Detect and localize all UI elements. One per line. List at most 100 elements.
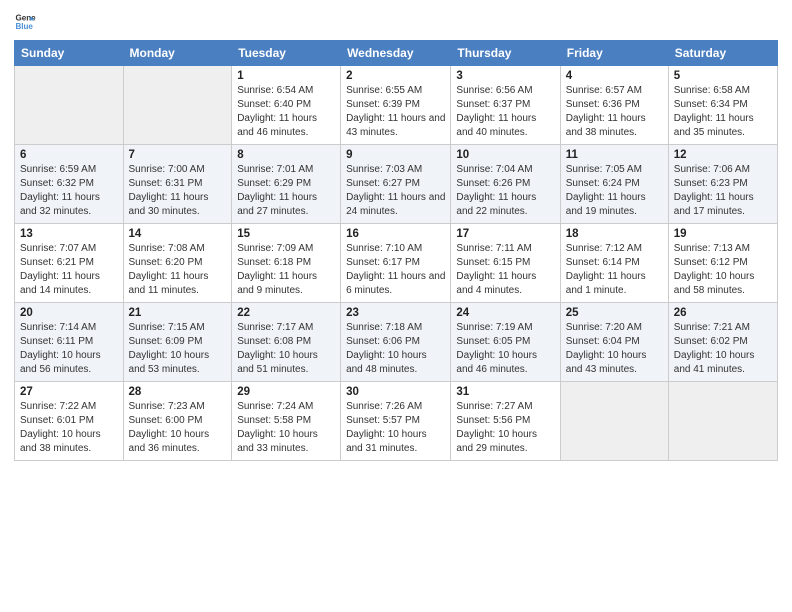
svg-text:Blue: Blue bbox=[15, 22, 33, 31]
day-info: Sunrise: 7:23 AMSunset: 6:00 PMDaylight:… bbox=[129, 400, 227, 456]
day-info: Sunrise: 6:57 AMSunset: 6:36 PMDaylight:… bbox=[566, 84, 663, 140]
calendar-cell: 24 Sunrise: 7:19 AMSunset: 6:05 PMDayligh… bbox=[451, 303, 560, 382]
header: General Blue bbox=[14, 10, 778, 32]
calendar-cell: 6 Sunrise: 6:59 AMSunset: 6:32 PMDaylight… bbox=[15, 145, 124, 224]
calendar-cell: 9Sunrise: 7:03 AMSunset: 6:27 PMDaylight… bbox=[341, 145, 451, 224]
day-number: 5 bbox=[674, 70, 772, 82]
week-row-1: 1 Sunrise: 6:54 AMSunset: 6:40 PMDaylight… bbox=[15, 66, 778, 145]
day-number: 3 bbox=[456, 70, 554, 82]
day-number: 31 bbox=[456, 386, 554, 398]
calendar-cell: 5 Sunrise: 6:58 AMSunset: 6:34 PMDaylight… bbox=[668, 66, 777, 145]
day-number: 15 bbox=[237, 228, 335, 240]
day-info: Sunrise: 7:11 AMSunset: 6:15 PMDaylight:… bbox=[456, 242, 554, 298]
calendar-cell: 21 Sunrise: 7:15 AMSunset: 6:09 PMDayligh… bbox=[123, 303, 232, 382]
weekday-header-row: SundayMondayTuesdayWednesdayThursdayFrid… bbox=[15, 41, 778, 66]
day-number: 22 bbox=[237, 307, 335, 319]
calendar-cell: 13 Sunrise: 7:07 AMSunset: 6:21 PMDayligh… bbox=[15, 224, 124, 303]
calendar-cell: 31 Sunrise: 7:27 AMSunset: 5:56 PMDayligh… bbox=[451, 382, 560, 461]
day-info: Sunrise: 7:13 AMSunset: 6:12 PMDaylight:… bbox=[674, 242, 772, 298]
calendar-cell: 28 Sunrise: 7:23 AMSunset: 6:00 PMDayligh… bbox=[123, 382, 232, 461]
day-number: 12 bbox=[674, 149, 772, 161]
calendar-cell: 12Sunrise: 7:06 AMSunset: 6:23 PMDayligh… bbox=[668, 145, 777, 224]
week-row-3: 13 Sunrise: 7:07 AMSunset: 6:21 PMDayligh… bbox=[15, 224, 778, 303]
day-number: 27 bbox=[20, 386, 118, 398]
weekday-header-saturday: Saturday bbox=[668, 41, 777, 66]
calendar: SundayMondayTuesdayWednesdayThursdayFrid… bbox=[14, 40, 778, 461]
day-info: Sunrise: 7:05 AMSunset: 6:24 PMDaylight:… bbox=[566, 163, 663, 219]
weekday-header-thursday: Thursday bbox=[451, 41, 560, 66]
day-info: Sunrise: 7:27 AMSunset: 5:56 PMDaylight:… bbox=[456, 400, 554, 456]
week-row-4: 20 Sunrise: 7:14 AMSunset: 6:11 PMDayligh… bbox=[15, 303, 778, 382]
calendar-cell: 22 Sunrise: 7:17 AMSunset: 6:08 PMDayligh… bbox=[232, 303, 341, 382]
day-info: Sunrise: 7:08 AMSunset: 6:20 PMDaylight:… bbox=[129, 242, 227, 298]
calendar-cell: 4 Sunrise: 6:57 AMSunset: 6:36 PMDaylight… bbox=[560, 66, 668, 145]
week-row-2: 6 Sunrise: 6:59 AMSunset: 6:32 PMDaylight… bbox=[15, 145, 778, 224]
svg-text:General: General bbox=[15, 13, 36, 22]
calendar-cell: 27Sunrise: 7:22 AMSunset: 6:01 PMDayligh… bbox=[15, 382, 124, 461]
calendar-cell: 16Sunrise: 7:10 AMSunset: 6:17 PMDayligh… bbox=[341, 224, 451, 303]
day-info: Sunrise: 6:58 AMSunset: 6:34 PMDaylight:… bbox=[674, 84, 772, 140]
day-number: 21 bbox=[129, 307, 227, 319]
day-number: 23 bbox=[346, 307, 445, 319]
calendar-cell: 23 Sunrise: 7:18 AMSunset: 6:06 PMDayligh… bbox=[341, 303, 451, 382]
day-number: 19 bbox=[674, 228, 772, 240]
weekday-header-friday: Friday bbox=[560, 41, 668, 66]
calendar-cell bbox=[668, 382, 777, 461]
weekday-header-sunday: Sunday bbox=[15, 41, 124, 66]
day-number: 14 bbox=[129, 228, 227, 240]
day-number: 18 bbox=[566, 228, 663, 240]
day-info: Sunrise: 7:19 AMSunset: 6:05 PMDaylight:… bbox=[456, 321, 554, 377]
day-info: Sunrise: 7:17 AMSunset: 6:08 PMDaylight:… bbox=[237, 321, 335, 377]
day-number: 7 bbox=[129, 149, 227, 161]
page: General Blue SundayMondayTuesdayWednesda… bbox=[0, 0, 792, 612]
calendar-cell bbox=[123, 66, 232, 145]
day-number: 8 bbox=[237, 149, 335, 161]
day-info: Sunrise: 7:18 AMSunset: 6:06 PMDaylight:… bbox=[346, 321, 445, 377]
day-number: 11 bbox=[566, 149, 663, 161]
calendar-cell: 14 Sunrise: 7:08 AMSunset: 6:20 PMDayligh… bbox=[123, 224, 232, 303]
day-info: Sunrise: 7:21 AMSunset: 6:02 PMDaylight:… bbox=[674, 321, 772, 377]
day-number: 26 bbox=[674, 307, 772, 319]
day-info: Sunrise: 7:20 AMSunset: 6:04 PMDaylight:… bbox=[566, 321, 663, 377]
day-number: 24 bbox=[456, 307, 554, 319]
day-info: Sunrise: 7:09 AMSunset: 6:18 PMDaylight:… bbox=[237, 242, 335, 298]
day-info: Sunrise: 7:24 AMSunset: 5:58 PMDaylight:… bbox=[237, 400, 335, 456]
calendar-cell: 25 Sunrise: 7:20 AMSunset: 6:04 PMDayligh… bbox=[560, 303, 668, 382]
day-info: Sunrise: 6:55 AMSunset: 6:39 PMDaylight:… bbox=[346, 84, 445, 140]
day-info: Sunrise: 6:54 AMSunset: 6:40 PMDaylight:… bbox=[237, 84, 335, 140]
day-info: Sunrise: 7:07 AMSunset: 6:21 PMDaylight:… bbox=[20, 242, 118, 298]
calendar-cell bbox=[15, 66, 124, 145]
day-number: 6 bbox=[20, 149, 118, 161]
calendar-cell: 19 Sunrise: 7:13 AMSunset: 6:12 PMDayligh… bbox=[668, 224, 777, 303]
day-info: Sunrise: 7:12 AMSunset: 6:14 PMDaylight:… bbox=[566, 242, 663, 298]
day-info: Sunrise: 7:14 AMSunset: 6:11 PMDaylight:… bbox=[20, 321, 118, 377]
day-info: Sunrise: 7:15 AMSunset: 6:09 PMDaylight:… bbox=[129, 321, 227, 377]
logo-icon: General Blue bbox=[14, 10, 36, 32]
day-number: 13 bbox=[20, 228, 118, 240]
day-number: 1 bbox=[237, 70, 335, 82]
calendar-cell: 20 Sunrise: 7:14 AMSunset: 6:11 PMDayligh… bbox=[15, 303, 124, 382]
calendar-cell: 15 Sunrise: 7:09 AMSunset: 6:18 PMDayligh… bbox=[232, 224, 341, 303]
day-info: Sunrise: 7:04 AMSunset: 6:26 PMDaylight:… bbox=[456, 163, 554, 219]
calendar-cell: 10 Sunrise: 7:04 AMSunset: 6:26 PMDayligh… bbox=[451, 145, 560, 224]
logo: General Blue bbox=[14, 10, 36, 32]
day-info: Sunrise: 7:10 AMSunset: 6:17 PMDaylight:… bbox=[346, 242, 445, 298]
day-number: 25 bbox=[566, 307, 663, 319]
calendar-cell: 7Sunrise: 7:00 AMSunset: 6:31 PMDaylight… bbox=[123, 145, 232, 224]
day-number: 20 bbox=[20, 307, 118, 319]
day-number: 9 bbox=[346, 149, 445, 161]
day-number: 30 bbox=[346, 386, 445, 398]
week-row-5: 27Sunrise: 7:22 AMSunset: 6:01 PMDayligh… bbox=[15, 382, 778, 461]
calendar-cell: 26 Sunrise: 7:21 AMSunset: 6:02 PMDayligh… bbox=[668, 303, 777, 382]
day-info: Sunrise: 6:59 AMSunset: 6:32 PMDaylight:… bbox=[20, 163, 118, 219]
day-number: 4 bbox=[566, 70, 663, 82]
calendar-cell: 17Sunrise: 7:11 AMSunset: 6:15 PMDayligh… bbox=[451, 224, 560, 303]
day-info: Sunrise: 7:01 AMSunset: 6:29 PMDaylight:… bbox=[237, 163, 335, 219]
day-info: Sunrise: 7:26 AMSunset: 5:57 PMDaylight:… bbox=[346, 400, 445, 456]
calendar-cell bbox=[560, 382, 668, 461]
day-number: 10 bbox=[456, 149, 554, 161]
calendar-cell: 3Sunrise: 6:56 AMSunset: 6:37 PMDaylight… bbox=[451, 66, 560, 145]
day-number: 29 bbox=[237, 386, 335, 398]
day-number: 28 bbox=[129, 386, 227, 398]
weekday-header-wednesday: Wednesday bbox=[341, 41, 451, 66]
